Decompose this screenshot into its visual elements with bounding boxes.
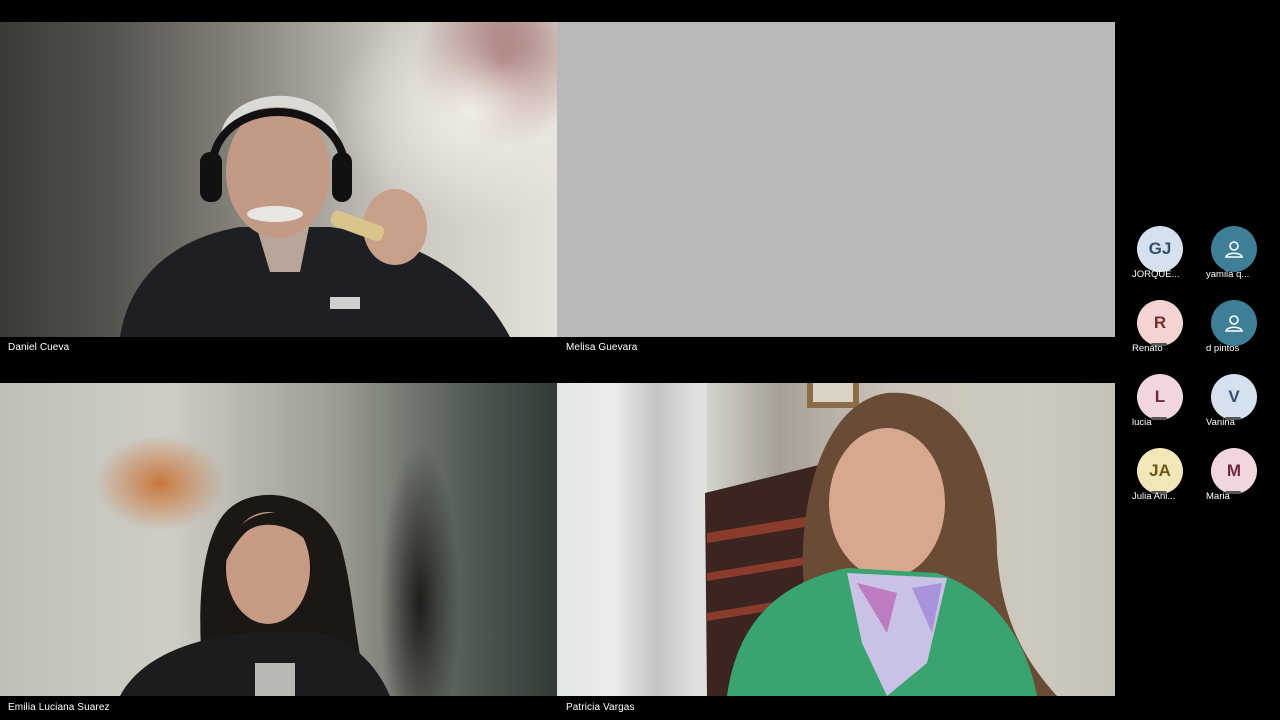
participant-item[interactable]: L lucia <box>1126 374 1196 434</box>
tile-name-label: Emilia Luciana Suarez <box>8 702 110 713</box>
video-tile-emilia-luciana-suarez[interactable] <box>0 383 557 696</box>
participant-item[interactable]: GJ JORQUE... <box>1126 226 1196 286</box>
participant-name: yamila q... <box>1206 269 1250 280</box>
participant-item[interactable]: JA Julia Ani... <box>1126 448 1196 508</box>
participant-item[interactable]: R Renato <box>1126 300 1196 360</box>
participant-item[interactable]: d pintos <box>1200 300 1270 360</box>
video-tile-patricia-vargas[interactable] <box>557 383 1115 696</box>
avatar-initials: V <box>1228 387 1240 406</box>
video-tile-melisa-guevara[interactable] <box>557 22 1115 337</box>
avatar <box>1211 300 1257 346</box>
participant-name: Julia Ani... <box>1132 491 1176 502</box>
participant-name: d pintos <box>1206 343 1240 354</box>
avatar: L <box>1137 374 1183 420</box>
participant-name: JORQUE... <box>1132 269 1180 280</box>
participant-name: Vanina <box>1206 417 1235 428</box>
participant-item[interactable]: yamila q... <box>1200 226 1270 286</box>
tile-name-label: Patricia Vargas <box>566 702 635 713</box>
tile-name-label: Daniel Cueva <box>8 342 70 353</box>
avatar-initials: GJ <box>1148 239 1172 258</box>
participant-video <box>120 494 390 696</box>
avatar-initials: R <box>1153 313 1167 332</box>
avatar: M <box>1211 448 1257 494</box>
participant-video <box>557 383 1057 696</box>
avatar-initials: M <box>1226 461 1242 480</box>
avatar-initials: L <box>1154 387 1166 406</box>
participant-name: Renato <box>1132 343 1163 354</box>
participant-name: Maria <box>1206 491 1230 502</box>
tile-name-label: Melisa Guevara <box>566 342 638 353</box>
person-icon <box>1225 241 1243 258</box>
participant-item[interactable]: M Maria <box>1200 448 1270 508</box>
video-tile-daniel-cueva[interactable] <box>0 22 557 337</box>
avatar-initials: JA <box>1149 461 1171 480</box>
avatar: GJ <box>1137 226 1183 272</box>
avatar: JA <box>1137 448 1183 494</box>
participant-name: lucia <box>1132 417 1152 428</box>
person-icon <box>1225 315 1243 332</box>
avatar: V <box>1211 374 1257 420</box>
avatar: R <box>1137 300 1183 346</box>
avatar <box>1211 226 1257 272</box>
participant-item[interactable]: V Vanina <box>1200 374 1270 434</box>
participant-video <box>120 95 510 337</box>
